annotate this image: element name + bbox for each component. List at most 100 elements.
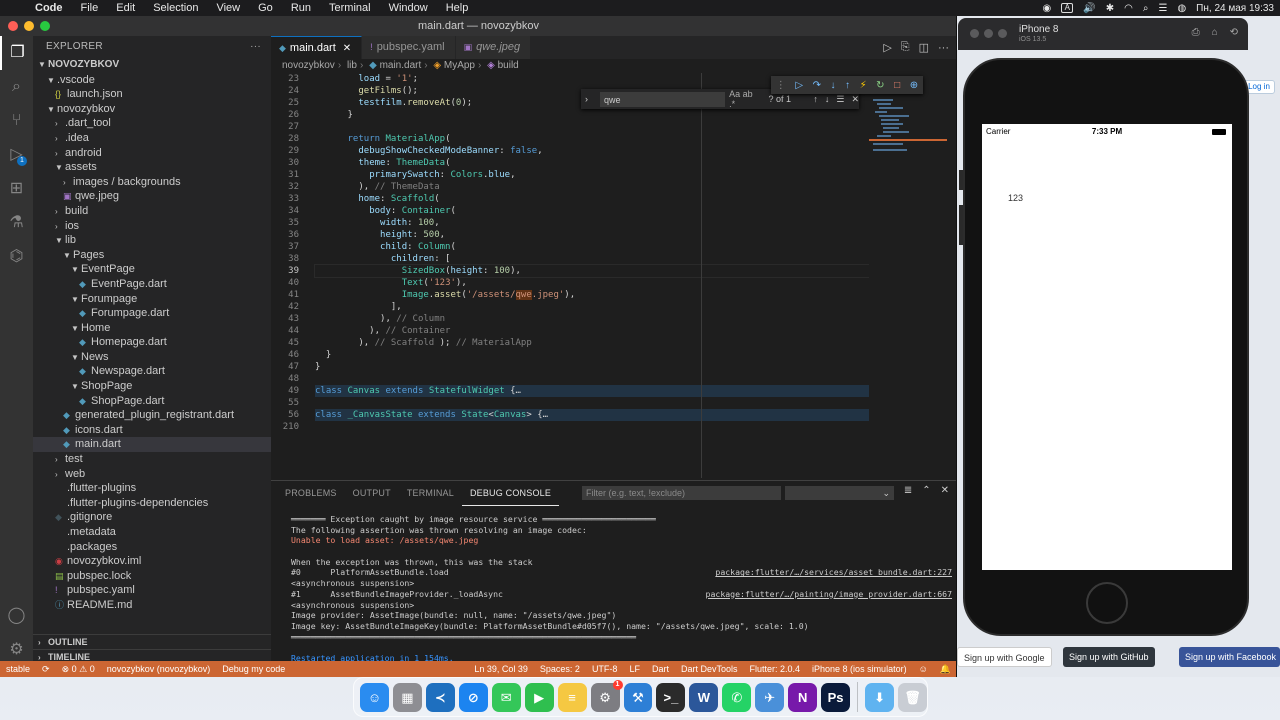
tree-folder[interactable]: ▼ ShopPage [33,379,271,394]
menu-selection[interactable]: Selection [144,0,207,16]
signup-facebook-button[interactable]: Sign up with Facebook [1179,647,1280,667]
restart-icon[interactable]: ↻ [876,80,884,91]
stop-icon[interactable]: □ [894,80,900,91]
tree-file[interactable]: .packages [33,540,271,555]
tab-output[interactable]: OUTPUT [345,481,399,505]
signup-github-button[interactable]: Sign up with GitHub [1063,647,1155,667]
tree-folder[interactable]: › ios [33,219,271,234]
code-line[interactable] [315,373,875,385]
simulator-icon[interactable]: ✈ [755,682,785,712]
find-input[interactable]: qwe [600,91,726,107]
status-item[interactable]: iPhone 8 (ios simulator) [806,661,913,677]
spotlight-icon[interactable]: ⌕ [1143,3,1149,14]
tree-folder[interactable]: ▼ novozybkov [33,102,271,117]
code-line[interactable]: body: Container( [315,205,875,217]
status-item[interactable]: Dart DevTools [675,661,744,677]
home-button[interactable] [1086,582,1128,624]
tree-file[interactable]: ⓘ README.md [33,598,271,613]
menu-go[interactable]: Go [249,0,282,16]
safari-icon[interactable]: ⊘ [458,682,488,712]
find-in-selection-icon[interactable]: ☰ [836,94,844,105]
code-line[interactable]: ], [315,301,875,313]
status-item[interactable]: Spaces: 2 [534,661,586,677]
code-line[interactable]: home: Scaffold( [315,193,875,205]
hot-reload-icon[interactable]: ⚡ [860,80,867,91]
status-item[interactable]: LF [623,661,646,677]
tree-folder[interactable]: › images / backgrounds [33,175,271,190]
downloads-icon[interactable]: ⬇ [865,682,894,712]
clear-console-icon[interactable]: ≣ [904,485,912,496]
tree-folder[interactable]: ▼ Pages [33,248,271,263]
tree-folder[interactable]: ▼ News [33,350,271,365]
code-line[interactable]: debugShowCheckedModeBanner: false, [315,145,875,157]
status-item[interactable]: ⟳ [36,661,56,677]
tree-folder[interactable]: ▼ Home [33,321,271,336]
finder-icon[interactable]: ☺ [360,682,389,712]
trash-icon[interactable]: 🗑 [898,682,927,712]
menu-view[interactable]: View [207,0,249,16]
tree-folder[interactable]: › android [33,146,271,161]
code-line[interactable]: theme: ThemeData( [315,157,875,169]
tree-file[interactable]: ▤ pubspec.lock [33,569,271,584]
status-item[interactable]: ⊗ 0 ⚠ 0 [56,661,101,677]
tree-file[interactable]: ! pubspec.yaml [33,583,271,598]
tree-file[interactable]: ▣ qwe.jpeg [33,189,271,204]
source-control-icon[interactable]: ⑂ [0,104,33,138]
more-actions-icon[interactable]: ··· [938,42,949,54]
siri-icon[interactable]: ◍ [1177,3,1186,14]
signup-google-button[interactable]: Sign up with Google [957,647,1052,667]
code-line[interactable]: } [315,349,875,361]
tree-folder[interactable]: › web [33,467,271,482]
toggle-replace-icon[interactable]: › [585,94,588,104]
account-icon[interactable]: ◯ [0,599,33,633]
drag-handle-icon[interactable]: ⋮ [776,80,786,91]
menu-terminal[interactable]: Terminal [320,0,380,16]
tree-folder[interactable]: › .dart_tool [33,116,271,131]
code-line[interactable]: return MaterialApp( [315,133,875,145]
menu-run[interactable]: Run [282,0,320,16]
tree-folder[interactable]: ▼ Forumpage [33,292,271,307]
step-over-icon[interactable]: ↷ [813,80,821,91]
tree-file[interactable]: ◆ EventPage.dart [33,277,271,292]
sim-close-button[interactable] [970,29,979,38]
split-editor-icon[interactable]: ◫ [919,41,929,54]
simulator-screen[interactable]: Carrier 7:33 PM 123 [982,124,1232,570]
inspect-widget-icon[interactable]: ⊕ [910,80,918,91]
tab-main-dart[interactable]: ◆ main.dart ✕ [271,36,363,59]
code-line[interactable]: child: Column( [315,241,875,253]
input-source-indicator[interactable]: A [1061,3,1074,13]
notifications-icon[interactable]: 🔔 [934,661,956,677]
previous-match-icon[interactable]: ↑ [813,94,818,104]
tree-file[interactable]: ◆ icons.dart [33,423,271,438]
testing-icon[interactable]: ⚗ [0,206,33,240]
tree-folder[interactable]: ▼ .vscode [33,73,271,88]
open-changes-icon[interactable]: ⎘ [901,41,910,54]
tree-folder[interactable]: › .idea [33,131,271,146]
minimap[interactable] [869,73,947,478]
xcode-icon[interactable]: ⚒ [623,682,653,712]
code-line[interactable]: Image.asset('/assets/qwe.jpeg'), [315,289,875,301]
whatsapp-icon[interactable]: ✆ [722,682,752,712]
remote-icon[interactable]: ⌬ [0,240,33,274]
menu-clock[interactable]: Пн, 24 мая 19:33 [1196,3,1274,14]
tree-file[interactable]: ◆ generated_plugin_registrant.dart [33,408,271,423]
maximize-panel-icon[interactable]: ⌃ [922,485,930,496]
tree-file[interactable]: ◆ Forumpage.dart [33,306,271,321]
tree-file[interactable]: ◆ .gitignore [33,510,271,525]
menu-edit[interactable]: Edit [107,0,144,16]
tree-file[interactable]: ◉ novozybkov.iml [33,554,271,569]
code-line[interactable]: ), // Column [315,313,875,325]
step-into-icon[interactable]: ↓ [831,80,836,91]
more-actions-icon[interactable]: ··· [250,36,261,58]
wifi-icon[interactable]: ◠ [1124,3,1133,14]
tree-file[interactable]: ◆ Newspage.dart [33,364,271,379]
explorer-icon[interactable]: ❐ [0,36,33,70]
code-area[interactable]: load = '1'; getFilms(); testfilm.removeA… [314,73,876,433]
breadcrumb-item[interactable]: MyApp [444,60,475,71]
code-line[interactable]: class Canvas extends StatefulWidget {… [315,385,875,397]
code-editor[interactable]: 23 24 25 26 27 28 29 30 31 32 33 34 35 36 37 38 39 40 41 42… [271,73,956,478]
notes-icon[interactable]: ≡ [557,682,587,712]
tree-folder[interactable]: › test [33,452,271,467]
code-line[interactable]: ), // ThemeData [315,181,875,193]
vscode-icon[interactable]: ≺ [425,682,455,712]
